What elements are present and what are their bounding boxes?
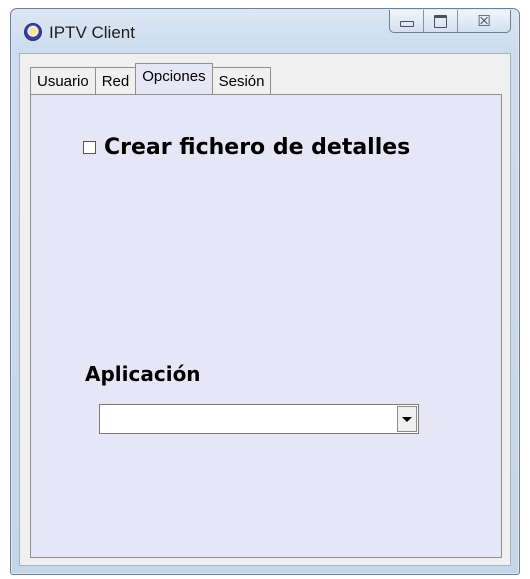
application-select[interactable] — [99, 404, 419, 434]
maximize-icon — [434, 14, 447, 28]
details-checkbox[interactable] — [83, 141, 96, 154]
details-checkbox-row[interactable]: Crear fichero de detalles — [83, 135, 410, 160]
dropdown-button[interactable] — [397, 406, 417, 432]
application-label: Aplicación — [85, 362, 201, 386]
options-panel: Crear fichero de detalles Aplicación — [30, 94, 502, 558]
tab-usuario[interactable]: Usuario — [30, 67, 96, 94]
tab-opciones[interactable]: Opciones — [135, 63, 213, 94]
app-window: IPTV Client ☒ Usuario Red Opciones Sesió… — [10, 8, 520, 575]
close-icon: ☒ — [477, 12, 491, 30]
minimize-icon — [399, 21, 414, 27]
details-checkbox-label[interactable]: Crear fichero de detalles — [104, 135, 410, 160]
caption-buttons: ☒ — [389, 10, 511, 33]
close-button[interactable]: ☒ — [458, 10, 510, 32]
app-icon[interactable] — [24, 23, 42, 41]
title-bar[interactable]: IPTV Client ☒ — [11, 9, 519, 53]
tab-strip: Usuario Red Opciones Sesión — [30, 63, 272, 94]
maximize-button[interactable] — [424, 10, 458, 32]
minimize-button[interactable] — [390, 10, 424, 32]
tab-sesion[interactable]: Sesión — [211, 67, 272, 94]
client-area: Usuario Red Opciones Sesión Crear ficher… — [19, 53, 511, 566]
window-title: IPTV Client — [49, 23, 135, 42]
chevron-down-icon — [402, 416, 412, 422]
tab-red[interactable]: Red — [94, 67, 137, 94]
